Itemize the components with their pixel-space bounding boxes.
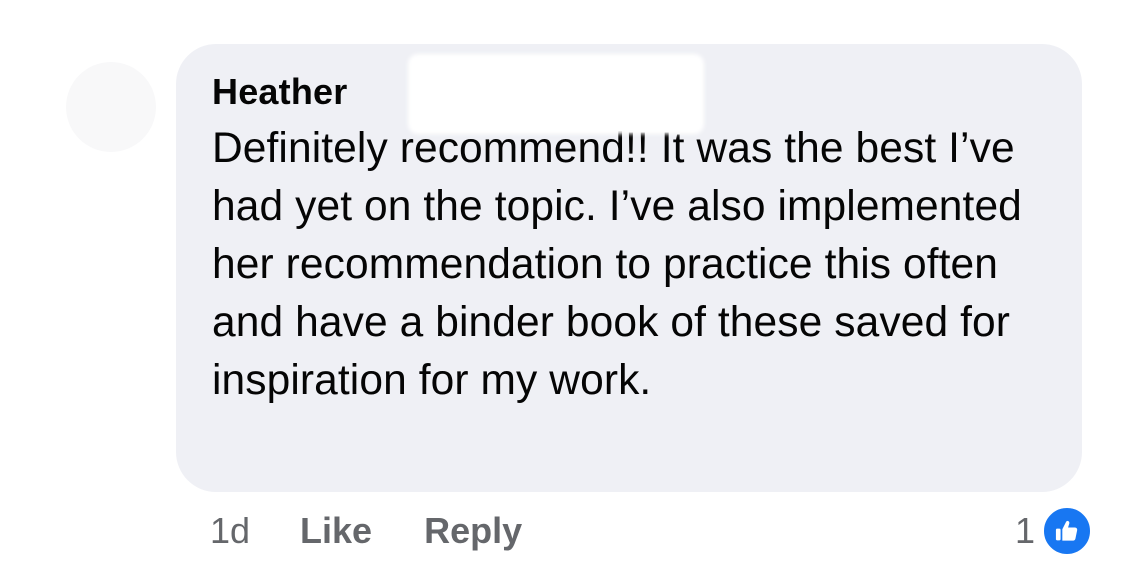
comment-bubble: Heather Definitely recommend!! It was th… — [176, 44, 1082, 492]
comment-header: Heather — [212, 54, 1048, 134]
reply-button[interactable]: Reply — [424, 510, 522, 552]
avatar[interactable] — [66, 62, 156, 152]
comment-timestamp[interactable]: 1d — [210, 510, 250, 552]
like-button[interactable]: Like — [300, 510, 372, 552]
reaction-count: 1 — [1014, 510, 1035, 551]
comment-actions: 1d Like Reply — [210, 506, 574, 556]
thumbs-up-icon — [1041, 505, 1093, 557]
comment-text: Definitely recommend!! It was the best I… — [212, 125, 1022, 404]
author-name[interactable]: Heather — [212, 70, 347, 114]
reaction-summary[interactable]: 1 — [1014, 505, 1093, 557]
redacted-area — [408, 54, 704, 134]
